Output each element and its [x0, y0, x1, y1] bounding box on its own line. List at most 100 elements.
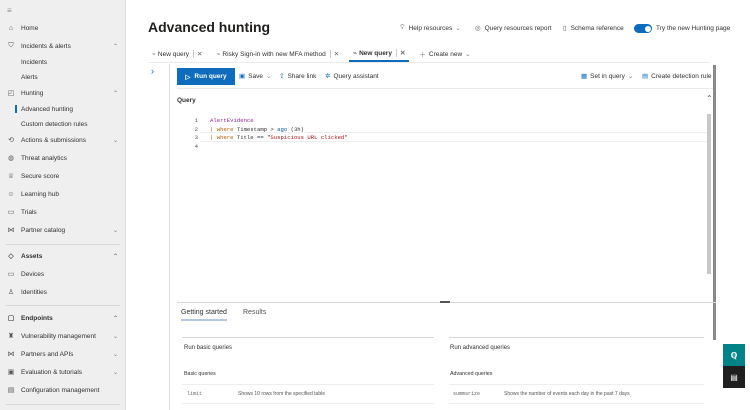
expand-chevron-icon[interactable]: › [151, 66, 154, 76]
hamburger-icon[interactable]: ≡ [7, 6, 12, 15]
sidebar-item-partner-catalog[interactable]: ⋈ Partner catalog ⌄ [6, 223, 122, 237]
sidebar-item-evaluation-tutorials[interactable]: ▣ Evaluation & tutorials ⌄ [6, 365, 122, 379]
sidebar-item-trials[interactable]: ▭ Trials [6, 205, 122, 219]
tab-results[interactable]: Results [243, 309, 266, 316]
sidebar-item-endpoints[interactable]: ▢ Endpoints ⌃ [6, 311, 122, 325]
code-token: Timestamp > [236, 126, 278, 133]
sidebar-item-secure-score[interactable]: ♕ Secure score [6, 169, 122, 183]
sidebar-item-label: Learning hub [21, 190, 59, 198]
editor-scrollbar[interactable] [707, 114, 711, 274]
run-query-button[interactable]: ▷ Run query [177, 68, 235, 85]
code-token: (3h) [287, 126, 305, 133]
sidebar-item-label: Secure score [21, 172, 60, 180]
splitter-handle[interactable] [440, 301, 450, 303]
report-icon: ◎ [475, 25, 481, 32]
home-icon: ⌂ [8, 24, 14, 32]
feedback-icon: ▤ [730, 372, 738, 382]
endpoints-icon: ▢ [7, 315, 15, 322]
code-token: | where [210, 134, 237, 141]
sidebar-item-advanced-hunting[interactable]: Advanced hunting [6, 102, 122, 116]
chevron-up-icon[interactable]: ⌃ [113, 315, 118, 322]
chevron-down-icon[interactable]: ⌄ [113, 369, 118, 376]
code-line: | where Title == "Suspicious URL clicked… [210, 134, 348, 141]
sidebar-item-custom-detection-rules[interactable]: Custom detection rules [6, 117, 122, 131]
sidebar-item-home[interactable]: ⌂ Home [6, 21, 122, 35]
sidebar-item-incidents[interactable]: Incidents [6, 55, 122, 69]
chevron-up-icon[interactable]: ⌃ [113, 90, 118, 97]
config-icon: ▤ [7, 387, 15, 394]
chevron-down-icon[interactable]: ⌄ [113, 137, 118, 144]
query-command[interactable]: summarize [453, 391, 480, 397]
sidebar-item-vulnerability-management[interactable]: ♜ Vulnerability management ⌄ [6, 329, 122, 343]
book-icon: ▯ [563, 25, 567, 32]
query-command[interactable]: limit [187, 391, 202, 397]
chevron-up-icon[interactable]: ⌃ [113, 253, 118, 260]
divider [449, 337, 704, 338]
close-icon[interactable]: ✕ [395, 49, 405, 57]
tab-new-query-1[interactable]: ⌁ New query ✕ [148, 46, 206, 62]
help-resources-button[interactable]: 💡︎ Help resources ⌄ [400, 24, 461, 32]
sidebar-item-threat-analytics[interactable]: ◍ Threat analytics [6, 151, 122, 165]
query-resources-report-button[interactable]: ◎ Query resources report [475, 24, 552, 33]
tab-getting-started[interactable]: Getting started [181, 309, 227, 321]
share-icon: ⋈ [7, 227, 15, 234]
divider [6, 244, 120, 245]
play-icon: ▷ [185, 73, 191, 81]
trophy-icon: ♕ [7, 173, 15, 180]
sidebar-item-label: Alerts [21, 73, 38, 81]
sidebar-item-configuration-management[interactable]: ▤ Configuration management [6, 383, 122, 397]
eval-icon: ▣ [7, 369, 15, 376]
copilot-button[interactable]: ℚ [723, 344, 745, 366]
tab-new-query-active[interactable]: ⌁ New query ✕ [349, 46, 410, 62]
chevron-down-icon[interactable]: ⌄ [113, 227, 118, 234]
sidebar-item-label: Incidents & alerts [21, 42, 71, 50]
toggle-switch[interactable] [634, 24, 652, 33]
table-icon: ▦ [581, 73, 588, 80]
code-line: | where Timestamp > ago (3h) [210, 126, 304, 133]
sidebar-item-assets[interactable]: ◇ Assets ⌃ [6, 249, 122, 263]
sidebar-item-label: Vulnerability management [21, 332, 96, 340]
close-icon[interactable]: ✕ [193, 50, 202, 58]
collapse-chevron-icon[interactable]: ⌃ [706, 94, 713, 103]
divider [182, 337, 434, 338]
page-scrollbar[interactable] [713, 65, 716, 340]
sidebar-item-label: Evaluation & tutorials [21, 368, 83, 376]
sidebar-item-learning-hub[interactable]: ☺ Learning hub [6, 187, 122, 201]
sidebar-item-devices[interactable]: ▭ Devices [6, 267, 122, 281]
basic-queries-subheading: Basic queries [184, 371, 216, 377]
sidebar-item-label: Partner catalog [21, 226, 66, 234]
sidebar-item-identities[interactable]: ♙ Identities [6, 285, 122, 299]
feedback-button[interactable]: ▤ [723, 366, 745, 388]
query-assistant-button[interactable]: ✲ Query assistant [325, 72, 379, 81]
basic-queries-heading: Run basic queries [184, 345, 233, 351]
sidebar-item-hunting[interactable]: ◰ Hunting ⌃ [6, 86, 122, 100]
sidebar-item-incidents-alerts[interactable]: ⛉ Incidents & alerts ⌃ [6, 39, 122, 53]
schema-reference-button[interactable]: ▯ Schema reference [563, 24, 624, 33]
sidebar-item-label: Trials [21, 208, 37, 216]
share-link-button[interactable]: ⇪ Share link [279, 72, 316, 81]
help-icon: ℚ [730, 350, 738, 360]
divider [6, 404, 120, 405]
chevron-down-icon[interactable]: ⌄ [113, 351, 118, 358]
sidebar-item-actions-submissions[interactable]: ⟲ Actions & submissions ⌄ [6, 133, 122, 147]
tab-risky-signin[interactable]: ⌁ Risky Sign-in with new MFA method ✕ [212, 46, 343, 62]
sidebar-item-alerts[interactable]: Alerts [6, 70, 122, 84]
sidebar-item-partners-and-apis[interactable]: ⋈ Partners and APIs ⌄ [6, 347, 122, 361]
line-number: 4 [194, 143, 198, 150]
query-description: Shows the number of events each day in t… [504, 391, 630, 397]
chevron-up-icon[interactable]: ⌃ [113, 43, 118, 50]
new-hunting-toggle[interactable]: Try the new Hunting page [634, 24, 730, 33]
set-in-query-button[interactable]: ▦ Set in query ⌄ [581, 72, 633, 81]
actions-icon: ⟲ [8, 137, 14, 144]
laptop-icon: ▭ [7, 271, 15, 278]
create-new-button[interactable]: ＋ Create new ⌄ [415, 46, 474, 62]
close-icon[interactable]: ✕ [329, 50, 339, 58]
sidebar-item-label: Incidents [21, 58, 48, 66]
sidebar-item-label: Custom detection rules [21, 120, 88, 128]
sidebar-item-label: Actions & submissions [21, 136, 87, 144]
chevron-down-icon[interactable]: ⌄ [113, 333, 118, 340]
gift-icon: ▭ [7, 209, 15, 216]
sidebar-item-label: Endpoints [21, 314, 53, 322]
create-detection-rule-button[interactable]: ▤ Create detection rule [642, 72, 712, 81]
save-button[interactable]: ▣ Save ⌄ [239, 72, 271, 81]
